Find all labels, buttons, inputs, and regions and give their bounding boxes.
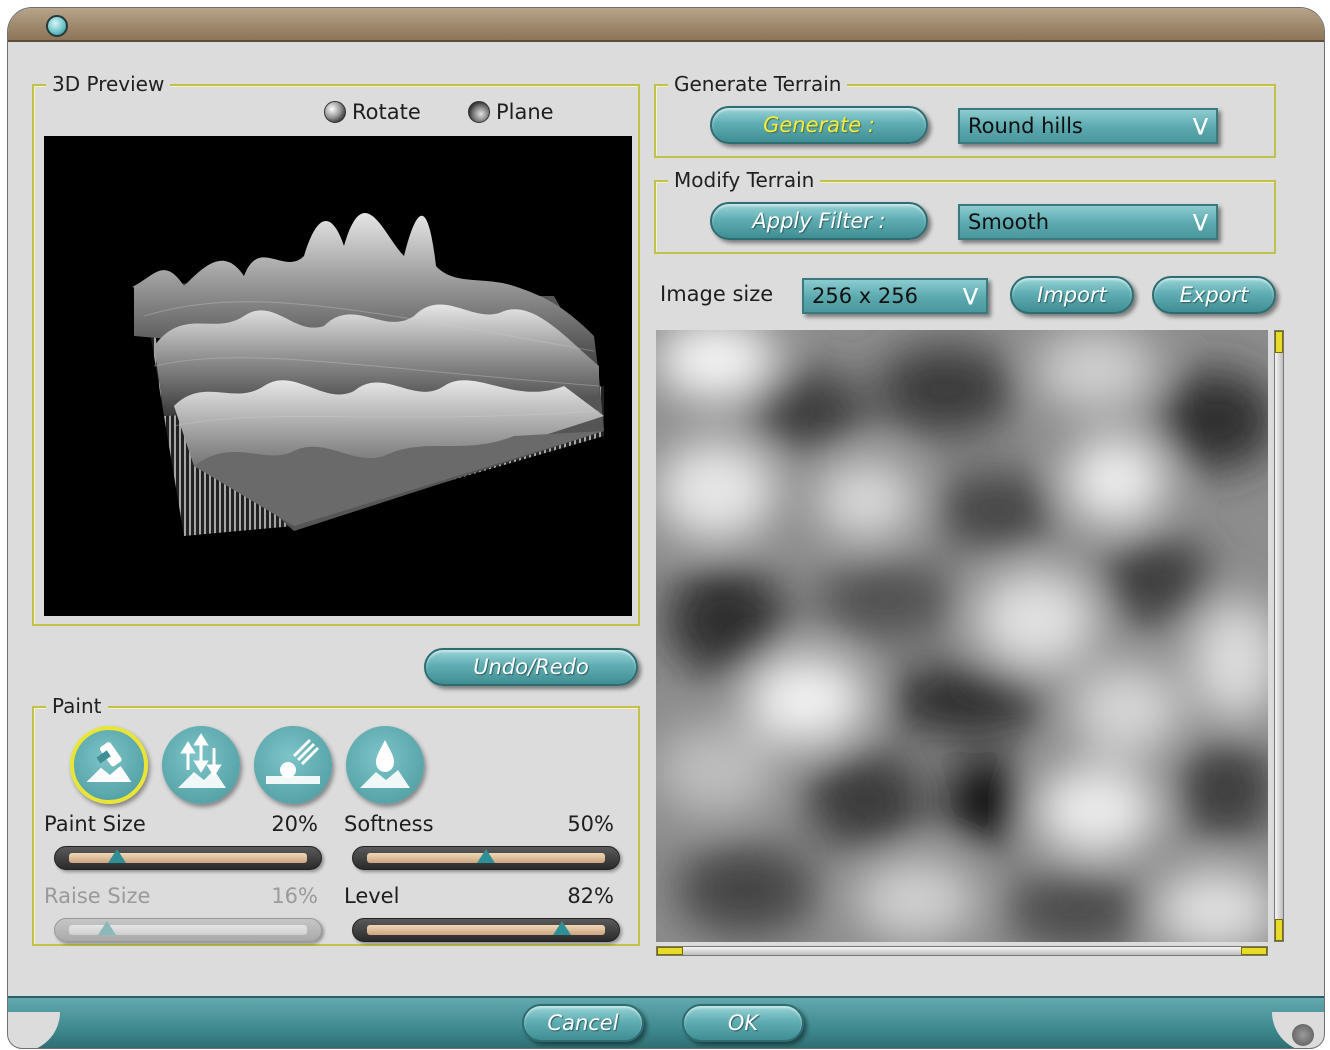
slider-thumb[interactable] bbox=[553, 921, 572, 935]
raise-lower-tool-button[interactable] bbox=[162, 726, 240, 804]
import-button[interactable]: Import bbox=[1010, 276, 1134, 314]
water-drop-icon bbox=[360, 740, 410, 788]
filter-select[interactable]: Smooth ⋁ bbox=[958, 204, 1218, 240]
scroll-right-cap[interactable] bbox=[1241, 947, 1267, 955]
rotate-radio[interactable]: Rotate bbox=[324, 100, 421, 124]
smudge-icon bbox=[266, 738, 320, 784]
brush-tool-button[interactable] bbox=[70, 726, 148, 804]
scroll-left-cap[interactable] bbox=[657, 947, 683, 955]
chevron-down-icon: ⋁ bbox=[1192, 115, 1208, 136]
raise-size-label: Raise Size bbox=[44, 884, 151, 908]
level-slider[interactable] bbox=[352, 918, 620, 942]
slider-thumb bbox=[98, 921, 117, 935]
cancel-button[interactable]: Cancel bbox=[522, 1004, 644, 1042]
generate-type-value: Round hills bbox=[968, 114, 1083, 138]
chevron-down-icon: ⋁ bbox=[962, 285, 978, 306]
preview-group-label: 3D Preview bbox=[46, 72, 171, 96]
vertical-scrollbar[interactable] bbox=[1274, 330, 1284, 942]
radio-unselected-icon bbox=[468, 101, 490, 123]
terrain-editor-window: 3D Preview Rotate Plane Undo/Redo Paint … bbox=[8, 8, 1324, 1048]
paint-group-label: Paint bbox=[46, 694, 108, 718]
raise-size-slider bbox=[54, 918, 322, 942]
paint-size-value: 20% bbox=[271, 812, 318, 836]
footer-bar bbox=[8, 996, 1324, 1048]
image-size-label: Image size bbox=[660, 282, 774, 306]
apply-filter-button[interactable]: Apply Filter : bbox=[710, 202, 928, 240]
terrain-mesh-graphic bbox=[132, 212, 604, 536]
heightmap-canvas[interactable] bbox=[656, 330, 1268, 942]
modify-terrain-label: Modify Terrain bbox=[668, 168, 821, 192]
drop-tool-button[interactable] bbox=[346, 726, 424, 804]
smudge-tool-button[interactable] bbox=[254, 726, 332, 804]
raise-size-value: 16% bbox=[271, 884, 318, 908]
filter-value: Smooth bbox=[968, 210, 1050, 234]
title-bar[interactable] bbox=[8, 8, 1324, 42]
softness-slider[interactable] bbox=[352, 846, 620, 870]
slider-thumb[interactable] bbox=[477, 849, 495, 863]
paint-size-label: Paint Size bbox=[44, 812, 146, 836]
close-dot-icon[interactable] bbox=[46, 15, 68, 37]
slider-thumb[interactable] bbox=[107, 849, 126, 863]
scroll-top-cap[interactable] bbox=[1275, 331, 1283, 353]
heightmap-image bbox=[656, 330, 1268, 942]
horizontal-scrollbar[interactable] bbox=[656, 946, 1268, 956]
chevron-down-icon: ⋁ bbox=[1192, 211, 1208, 232]
image-size-value: 256 x 256 bbox=[812, 284, 918, 308]
scroll-bottom-cap[interactable] bbox=[1275, 919, 1283, 941]
level-label: Level bbox=[344, 884, 400, 908]
raise-lower-icon bbox=[178, 733, 226, 788]
terrain-3d-preview[interactable] bbox=[44, 136, 632, 616]
radio-selected-icon bbox=[324, 101, 346, 123]
softness-value: 50% bbox=[567, 812, 614, 836]
paint-brush-icon bbox=[86, 742, 132, 783]
paint-size-slider[interactable] bbox=[54, 846, 322, 870]
generate-type-select[interactable]: Round hills ⋁ bbox=[958, 108, 1218, 144]
plane-radio[interactable]: Plane bbox=[468, 100, 554, 124]
plane-label: Plane bbox=[496, 100, 554, 124]
ok-button[interactable]: OK bbox=[682, 1004, 804, 1042]
undo-redo-button[interactable]: Undo/Redo bbox=[424, 648, 638, 686]
softness-label: Softness bbox=[344, 812, 434, 836]
image-size-select[interactable]: 256 x 256 ⋁ bbox=[802, 278, 988, 314]
generate-button[interactable]: Generate : bbox=[710, 106, 928, 144]
resize-grip-icon[interactable] bbox=[1292, 1024, 1314, 1046]
export-button[interactable]: Export bbox=[1152, 276, 1276, 314]
rotate-label: Rotate bbox=[352, 100, 421, 124]
level-value: 82% bbox=[567, 884, 614, 908]
generate-terrain-label: Generate Terrain bbox=[668, 72, 848, 96]
